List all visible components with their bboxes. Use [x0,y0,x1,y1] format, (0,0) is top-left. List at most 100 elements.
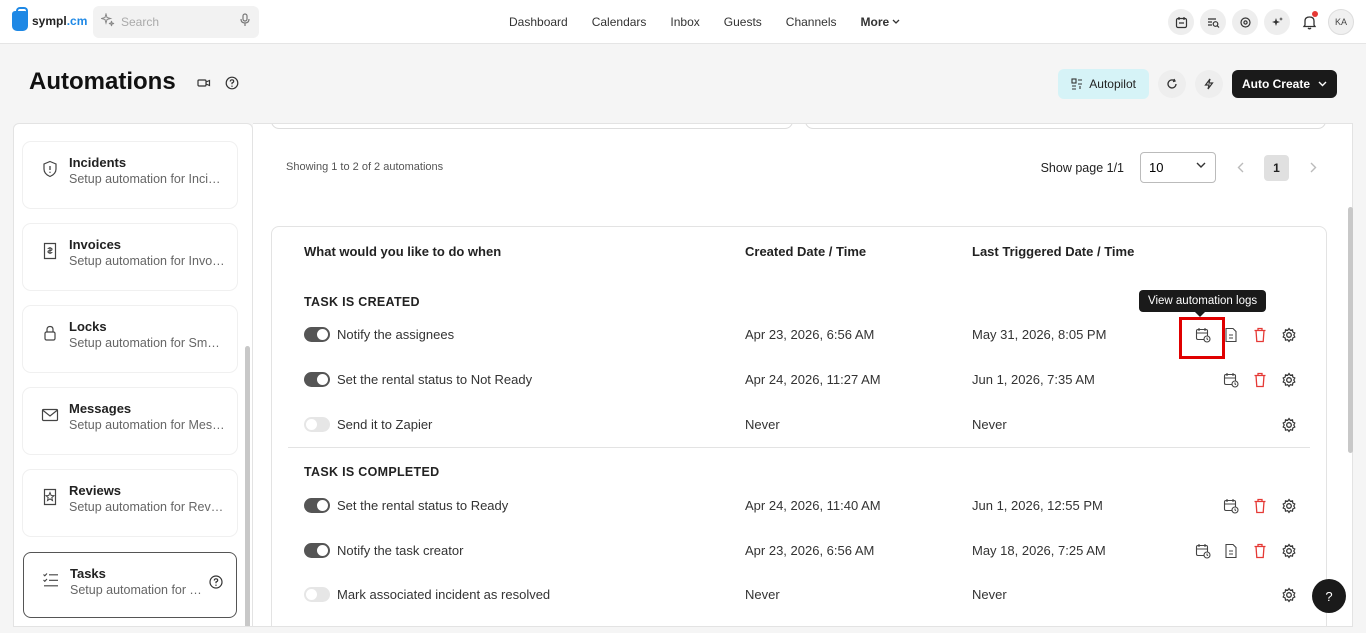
automation-action: Mark associated incident as resolved [337,587,551,602]
search-list-icon[interactable] [1200,9,1226,35]
table-row: Mark associated incident as resolved Nev… [272,583,1328,607]
nav-inbox[interactable]: Inbox [670,15,699,29]
sidebar-item-title: Tasks [70,566,106,581]
gear-icon[interactable] [1280,497,1298,515]
video-icon[interactable] [197,76,211,95]
search-box[interactable] [93,6,259,38]
column-header-last-triggered: Last Triggered Date / Time [972,244,1135,259]
last-triggered-date: May 31, 2026, 8:05 PM [972,327,1107,342]
trash-icon[interactable] [1251,497,1269,515]
last-triggered-date: May 18, 2026, 7:25 AM [972,543,1106,558]
previous-page-button[interactable] [1226,154,1254,182]
last-triggered-date: Never [972,417,1007,432]
gear-icon[interactable] [1280,416,1298,434]
sidebar-item-subtitle: Setup automation for Reviews [69,500,225,514]
gear-icon[interactable] [1280,326,1298,344]
gear-icon[interactable] [1280,371,1298,389]
main-scrollbar[interactable] [1348,207,1353,453]
view-logs-icon[interactable] [1222,497,1240,515]
automation-action: Send it to Zapier [337,417,433,432]
notification-dot [1312,11,1318,17]
automation-action: Notify the task creator [337,543,464,558]
tasks-icon [43,573,58,587]
search-input[interactable] [121,15,231,29]
sidebar-item-title: Locks [69,319,107,334]
sidebar-item-tasks[interactable]: Tasks Setup automation for Tasks [23,552,237,618]
avatar[interactable]: KA [1328,9,1354,35]
automations-table: What would you like to do when Created D… [271,226,1328,626]
nav-more[interactable]: More [861,15,901,29]
sidebar-item-title: Invoices [69,237,122,252]
table-row: Notify the assignees Apr 23, 2026, 6:56 … [272,323,1328,347]
filter-fields [271,124,1326,129]
autopilot-button[interactable]: Autopilot [1058,69,1149,99]
auto-create-button[interactable]: Auto Create [1231,70,1337,98]
automation-toggle[interactable] [304,498,330,513]
autopilot-label: Autopilot [1089,77,1136,91]
automation-toggle[interactable] [304,587,330,602]
automation-toggle[interactable] [304,327,330,342]
sidebar-item-incidents[interactable]: Incidents Setup automation for Incidents [23,142,237,208]
auto-create-label: Auto Create [1241,77,1310,91]
table-row: Set the rental status to Not Ready Apr 2… [272,368,1328,392]
trash-icon[interactable] [1251,371,1269,389]
sidebar-item-invoices[interactable]: Invoices Setup automation for Invoices [23,224,237,290]
help-circle-icon[interactable] [225,76,239,95]
automation-toggle[interactable] [304,372,330,387]
page-size-select[interactable]: 10 [1140,152,1216,183]
brand-logo[interactable]: sympl.cm [12,7,88,31]
calendar-tasks-icon[interactable] [1168,9,1194,35]
header-actions: Autopilot Auto Create [1058,69,1337,99]
automation-toggle[interactable] [304,543,330,558]
view-logs-icon[interactable] [1194,542,1212,560]
microphone-icon[interactable] [239,12,251,32]
view-logs-icon[interactable] [1222,371,1240,389]
help-circle-icon[interactable] [208,574,224,590]
created-date: Apr 23, 2026, 6:56 AM [745,327,875,342]
next-page-button[interactable] [1299,154,1327,182]
sidebar-item-subtitle: Setup automation for Messages [69,418,225,432]
brand-suffix: .cm [66,14,88,28]
table-row: Set the rental status to Ready Apr 24, 2… [272,494,1328,518]
nav-dashboard[interactable]: Dashboard [509,15,568,29]
filter-field-right[interactable] [805,124,1326,129]
ai-sparkle-icon[interactable] [1264,9,1290,35]
sidebar-item-messages[interactable]: Messages Setup automation for Messages [23,388,237,454]
sidebar-item-reviews[interactable]: Reviews Setup automation for Reviews [23,470,237,536]
nav-guests[interactable]: Guests [724,15,762,29]
automation-action: Notify the assignees [337,327,455,342]
filter-field-left[interactable] [271,124,793,129]
bell-icon[interactable] [1296,9,1322,35]
created-date: Apr 24, 2026, 11:27 AM [745,372,881,387]
nav-calendars[interactable]: Calendars [592,15,647,29]
main-nav: Dashboard Calendars Inbox Guests Channel… [497,0,912,44]
sidebar-item-title: Reviews [69,483,122,498]
trash-icon[interactable] [1251,542,1269,560]
sidebar-item-locks[interactable]: Locks Setup automation for Smart Locks [23,306,237,372]
invoice-icon [43,242,57,260]
title-icons [197,76,239,95]
sidebar-item-subtitle: Setup automation for Invoices [69,254,225,268]
refresh-button[interactable] [1157,70,1186,98]
top-icon-bar: KA [1168,9,1354,35]
document-icon[interactable] [1222,542,1240,560]
bag-logo-icon [12,7,28,31]
column-header-created: Created Date / Time [745,244,867,259]
sidebar-scrollbar[interactable] [245,346,250,626]
trash-icon[interactable] [1251,326,1269,344]
pagination: Show page 1/1 10 1 [1041,152,1327,183]
last-triggered-date: Never [972,587,1007,602]
chevron-left-icon [1237,162,1243,173]
automation-toggle[interactable] [304,417,330,432]
refresh-icon [1167,78,1177,89]
gear-icon[interactable] [1280,586,1298,604]
help-button[interactable]: ? [1312,579,1346,613]
flash-button[interactable] [1194,70,1223,98]
nav-channels[interactable]: Channels [786,15,837,29]
page-number-button[interactable]: 1 [1264,154,1289,181]
gear-icon[interactable] [1280,542,1298,560]
settings-badge-icon[interactable] [1232,9,1258,35]
sidebar-item-title: Messages [69,401,132,416]
last-triggered-date: Jun 1, 2026, 12:55 PM [972,498,1103,513]
sparkle-icon [99,11,115,32]
